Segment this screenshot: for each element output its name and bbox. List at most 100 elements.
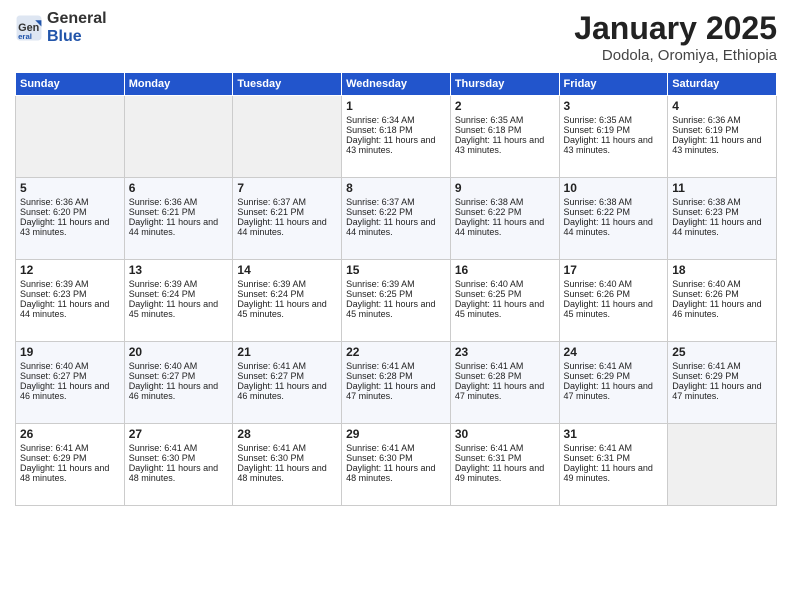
sunrise: Sunrise: 6:41 AM (672, 361, 741, 371)
daylight: Daylight: 11 hours and 45 minutes. (237, 299, 326, 319)
day-number: 19 (20, 345, 120, 359)
sunrise: Sunrise: 6:39 AM (129, 279, 198, 289)
logo-general: General (47, 10, 107, 27)
day-cell: 25Sunrise: 6:41 AMSunset: 6:29 PMDayligh… (668, 342, 777, 424)
daylight: Daylight: 11 hours and 44 minutes. (346, 217, 435, 237)
day-number: 26 (20, 427, 120, 441)
day-cell: 6Sunrise: 6:36 AMSunset: 6:21 PMDaylight… (124, 178, 233, 260)
header-row: SundayMondayTuesdayWednesdayThursdayFrid… (16, 73, 777, 96)
sunset: Sunset: 6:30 PM (237, 453, 304, 463)
daylight: Daylight: 11 hours and 43 minutes. (672, 135, 761, 155)
day-number: 30 (455, 427, 555, 441)
day-cell (233, 96, 342, 178)
sunrise: Sunrise: 6:41 AM (455, 361, 524, 371)
sunrise: Sunrise: 6:40 AM (129, 361, 198, 371)
day-cell: 31Sunrise: 6:41 AMSunset: 6:31 PMDayligh… (559, 424, 668, 506)
day-number: 29 (346, 427, 446, 441)
title-block: January 2025 Dodola, Oromiya, Ethiopia (574, 10, 777, 64)
day-cell: 28Sunrise: 6:41 AMSunset: 6:30 PMDayligh… (233, 424, 342, 506)
sunset: Sunset: 6:29 PM (564, 371, 631, 381)
sunset: Sunset: 6:26 PM (672, 289, 739, 299)
weekday-header: Tuesday (233, 73, 342, 96)
day-cell: 13Sunrise: 6:39 AMSunset: 6:24 PMDayligh… (124, 260, 233, 342)
day-cell: 23 Sunrise: 6:41 AMSunset: 6:28 PMDayligh… (450, 342, 559, 424)
sunrise: Sunrise: 6:40 AM (672, 279, 741, 289)
day-cell: 11Sunrise: 6:38 AMSunset: 6:23 PMDayligh… (668, 178, 777, 260)
daylight: Daylight: 11 hours and 45 minutes. (455, 299, 544, 319)
day-number: 27 (129, 427, 229, 441)
svg-text:eral: eral (18, 31, 32, 40)
sunrise: Sunrise: 6:41 AM (455, 443, 524, 453)
daylight: Daylight: 11 hours and 43 minutes. (346, 135, 435, 155)
day-cell: 16Sunrise: 6:40 AMSunset: 6:25 PMDayligh… (450, 260, 559, 342)
sunrise: Sunrise: 6:35 AM (564, 115, 633, 125)
sunrise: Sunrise: 6:41 AM (564, 443, 633, 453)
day-cell: 20Sunrise: 6:40 AMSunset: 6:27 PMDayligh… (124, 342, 233, 424)
daylight: Daylight: 11 hours and 49 minutes. (455, 463, 544, 483)
sunrise: Sunrise: 6:38 AM (564, 197, 633, 207)
daylight: Daylight: 11 hours and 47 minutes. (455, 381, 544, 401)
day-number: 17 (564, 263, 664, 277)
day-cell: 14Sunrise: 6:39 AMSunset: 6:24 PMDayligh… (233, 260, 342, 342)
day-cell: 26Sunrise: 6:41 AMSunset: 6:29 PMDayligh… (16, 424, 125, 506)
week-row: 19Sunrise: 6:40 AMSunset: 6:27 PMDayligh… (16, 342, 777, 424)
logo: Gen eral General Blue (15, 10, 107, 45)
day-number: 31 (564, 427, 664, 441)
day-number: 20 (129, 345, 229, 359)
logo-blue: Blue (47, 28, 82, 45)
sunset: Sunset: 6:28 PM (455, 371, 522, 381)
weekday-header: Thursday (450, 73, 559, 96)
sunset: Sunset: 6:23 PM (20, 289, 87, 299)
daylight: Daylight: 11 hours and 45 minutes. (129, 299, 218, 319)
sunset: Sunset: 6:29 PM (20, 453, 87, 463)
sunrise: Sunrise: 6:39 AM (20, 279, 89, 289)
day-number: 25 (672, 345, 772, 359)
daylight: Daylight: 11 hours and 48 minutes. (346, 463, 435, 483)
weekday-header: Saturday (668, 73, 777, 96)
weekday-header: Monday (124, 73, 233, 96)
day-number: 10 (564, 181, 664, 195)
week-row: 1Sunrise: 6:34 AMSunset: 6:18 PMDaylight… (16, 96, 777, 178)
sunset: Sunset: 6:23 PM (672, 207, 739, 217)
day-number: 23 (455, 345, 555, 359)
sunset: Sunset: 6:29 PM (672, 371, 739, 381)
day-cell: 24Sunrise: 6:41 AMSunset: 6:29 PMDayligh… (559, 342, 668, 424)
sunrise: Sunrise: 6:39 AM (346, 279, 415, 289)
sunrise: Sunrise: 6:38 AM (455, 197, 524, 207)
sunrise: Sunrise: 6:40 AM (455, 279, 524, 289)
day-cell: 22Sunrise: 6:41 AMSunset: 6:28 PMDayligh… (342, 342, 451, 424)
daylight: Daylight: 11 hours and 46 minutes. (237, 381, 326, 401)
day-cell: 15Sunrise: 6:39 AMSunset: 6:25 PMDayligh… (342, 260, 451, 342)
daylight: Daylight: 11 hours and 48 minutes. (20, 463, 109, 483)
day-number: 16 (455, 263, 555, 277)
daylight: Daylight: 11 hours and 44 minutes. (672, 217, 761, 237)
daylight: Daylight: 11 hours and 46 minutes. (129, 381, 218, 401)
sunset: Sunset: 6:30 PM (346, 453, 413, 463)
sunset: Sunset: 6:21 PM (237, 207, 304, 217)
sunrise: Sunrise: 6:36 AM (129, 197, 198, 207)
page: Gen eral General Blue January 2025 Dodol… (0, 0, 792, 612)
sunrise: Sunrise: 6:34 AM (346, 115, 415, 125)
sunset: Sunset: 6:22 PM (455, 207, 522, 217)
weekday-header: Wednesday (342, 73, 451, 96)
day-number: 7 (237, 181, 337, 195)
day-cell: 27Sunrise: 6:41 AMSunset: 6:30 PMDayligh… (124, 424, 233, 506)
day-number: 12 (20, 263, 120, 277)
day-cell: 29 Sunrise: 6:41 AMSunset: 6:30 PMDayligh… (342, 424, 451, 506)
day-number: 2 (455, 99, 555, 113)
daylight: Daylight: 11 hours and 44 minutes. (20, 299, 109, 319)
sunset: Sunset: 6:20 PM (20, 207, 87, 217)
sunset: Sunset: 6:18 PM (455, 125, 522, 135)
sunrise: Sunrise: 6:41 AM (346, 443, 415, 453)
location: Dodola, Oromiya, Ethiopia (574, 47, 777, 64)
weekday-header: Friday (559, 73, 668, 96)
sunrise: Sunrise: 6:38 AM (672, 197, 741, 207)
daylight: Daylight: 11 hours and 44 minutes. (564, 217, 653, 237)
sunrise: Sunrise: 6:41 AM (237, 361, 306, 371)
calendar: SundayMondayTuesdayWednesdayThursdayFrid… (15, 72, 777, 506)
sunrise: Sunrise: 6:40 AM (564, 279, 633, 289)
week-row: 5Sunrise: 6:36 AMSunset: 6:20 PMDaylight… (16, 178, 777, 260)
day-number: 14 (237, 263, 337, 277)
day-cell: 17Sunrise: 6:40 AMSunset: 6:26 PMDayligh… (559, 260, 668, 342)
logo-text: General Blue (47, 10, 107, 45)
